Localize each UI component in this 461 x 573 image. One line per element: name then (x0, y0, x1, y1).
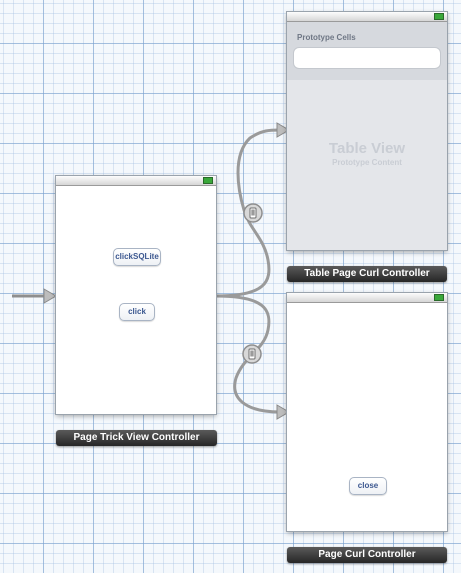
table-view-title: Table View (328, 140, 406, 157)
table-page-curl-controller-scene[interactable]: Prototype Cells Table View Prototype Con… (287, 12, 447, 250)
battery-icon (434, 294, 444, 301)
status-bar (56, 176, 216, 186)
status-bar (287, 293, 447, 303)
table-view: Prototype Cells Table View Prototype Con… (287, 22, 447, 250)
prototype-cells-title: Prototype Cells (297, 33, 356, 42)
prototype-cell[interactable] (293, 47, 441, 69)
view: clickSQLite click (56, 186, 216, 414)
battery-icon (434, 13, 444, 20)
page-trick-view-controller-label[interactable]: Page Trick View Controller (56, 430, 217, 446)
page-curl-controller-scene[interactable]: close (287, 293, 447, 531)
close-button[interactable]: close (349, 477, 387, 495)
modal-segue-icon[interactable] (243, 203, 263, 223)
battery-icon (203, 177, 213, 184)
page-trick-view-controller-scene[interactable]: clickSQLite click (56, 176, 216, 414)
modal-segue-icon[interactable] (242, 344, 262, 364)
view: close (287, 303, 447, 531)
click-sqlite-button[interactable]: clickSQLite (113, 248, 161, 266)
table-page-curl-controller-label[interactable]: Table Page Curl Controller (287, 266, 447, 282)
prototype-cells-header: Prototype Cells (287, 22, 447, 80)
page-curl-controller-label[interactable]: Page Curl Controller (287, 547, 447, 563)
status-bar (287, 12, 447, 22)
click-button[interactable]: click (119, 303, 155, 321)
table-view-subtitle: Prototype Content (332, 158, 402, 167)
